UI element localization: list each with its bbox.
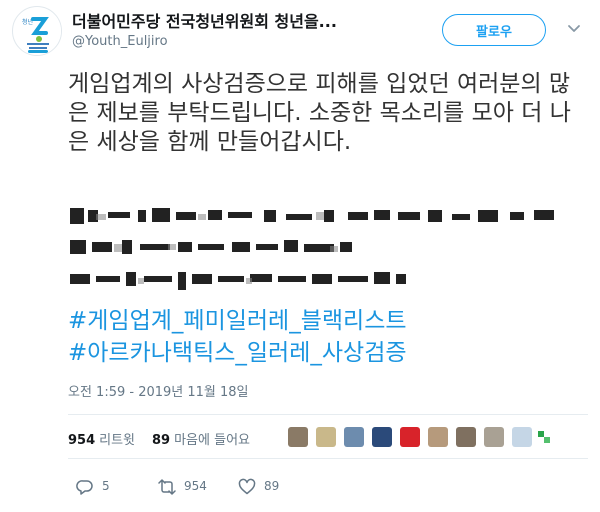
retweet-stat-label: 리트윗 [99, 433, 136, 448]
hashtag-link[interactable]: #게임업계_페미일러레_블랙리스트 [68, 305, 588, 337]
like-stat-label: 마음에 들어요 [174, 433, 250, 448]
liker-avatar [316, 427, 336, 447]
reply-button[interactable]: 5 [76, 478, 136, 496]
retweet-count: 954 [184, 479, 207, 493]
like-stat-count: 89 [152, 433, 171, 448]
follow-button[interactable]: 팔로우 [442, 14, 546, 46]
liker-avatar [288, 427, 308, 447]
liker-avatar [344, 427, 364, 447]
heart-icon [238, 478, 256, 495]
divider [68, 458, 588, 459]
redacted-content [70, 208, 554, 290]
chevron-down-icon[interactable] [566, 20, 582, 36]
liker-avatar [372, 427, 392, 447]
retweet-icon [158, 479, 176, 495]
author-handle[interactable]: @Youth_Euljiro [72, 34, 168, 49]
reply-icon [76, 480, 93, 495]
liker-avatar [456, 427, 476, 447]
retweet-stat-count: 954 [68, 433, 96, 448]
retweet-button[interactable]: 954 [158, 478, 218, 496]
liker-avatar [400, 427, 420, 447]
like-button[interactable]: 89 [238, 478, 298, 496]
tweet-card: 청년 더불어민주당 전국청년위원회 청년을... @Youth_Euljiro … [0, 0, 600, 512]
retweet-stat[interactable]: 954 리트윗 [68, 429, 135, 448]
hashtag-link[interactable]: #아르카나택틱스_일러레_사상검증 [68, 337, 588, 369]
reply-count: 5 [102, 479, 110, 493]
liker-avatar [484, 427, 504, 447]
liker-avatar [428, 427, 448, 447]
avatar[interactable]: 청년 [12, 6, 62, 56]
liker-avatars[interactable] [288, 425, 558, 449]
liker-avatar [538, 431, 544, 437]
tweet-timestamp[interactable]: 오전 1:59 - 2019년 11월 18일 [68, 381, 249, 400]
like-stat[interactable]: 89 마음에 들어요 [152, 429, 250, 448]
like-count: 89 [264, 479, 280, 493]
liker-avatar [512, 427, 532, 447]
author-display-name[interactable]: 더불어민주당 전국청년위원회 청년을... [72, 8, 402, 32]
hashtag-list: #게임업계_페미일러레_블랙리스트 #아르카나택틱스_일러레_사상검증 [68, 305, 588, 369]
tweet-text: 게임업계의 사상검증으로 피해를 입었던 여러분의 많은 제보를 부탁드립니다.… [68, 71, 571, 155]
liker-avatar [544, 437, 550, 443]
divider [68, 414, 588, 415]
